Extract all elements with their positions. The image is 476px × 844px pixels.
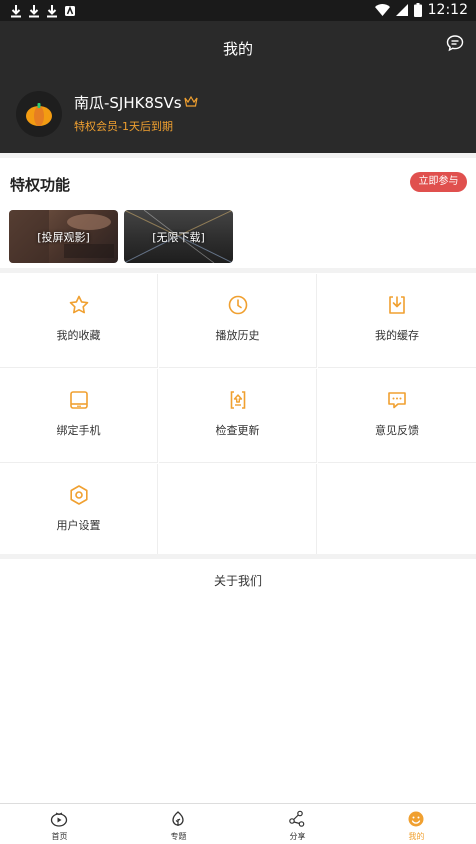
bottom-tab-bar: 首页 专题 分享 我的 (0, 803, 476, 844)
status-indicators: 12:12 (374, 2, 468, 18)
grid-item-label: 我的缓存 (375, 329, 419, 342)
topic-icon (172, 811, 184, 826)
grid-item-feedback[interactable]: 意见反馈 (318, 369, 476, 463)
grid-empty-cell (159, 464, 317, 558)
star-icon (69, 295, 89, 314)
function-grid: 我的收藏 播放历史 我的缓存 绑定手机 检查更新 意见反馈 用户设置 (0, 274, 476, 558)
tab-label: 我的 (408, 832, 425, 841)
download-notification-icon (46, 3, 58, 18)
crown-icon (184, 96, 198, 107)
pumpkin-icon (26, 103, 52, 126)
divider (0, 153, 476, 158)
grid-item-label: 我的收藏 (56, 329, 101, 342)
tab-topics[interactable]: 专题 (119, 804, 238, 844)
privilege-card-label: [投屏观影] (37, 230, 90, 244)
grid-empty-cell (318, 464, 476, 558)
grid-item-label: 用户设置 (56, 519, 101, 532)
grid-item-label: 播放历史 (215, 329, 260, 342)
share-icon (289, 810, 305, 827)
grid-item-label: 绑定手机 (56, 424, 101, 437)
divider (0, 554, 476, 559)
download-notification-icon (28, 3, 40, 18)
page-title: 我的 (222, 40, 253, 58)
app-notification-icon (64, 3, 76, 17)
grid-item-user-settings[interactable]: 用户设置 (0, 464, 158, 558)
tab-label: 分享 (289, 832, 306, 841)
status-bar: 12:12 (0, 0, 476, 21)
settings-icon (70, 485, 88, 505)
status-time: 12:12 (427, 2, 468, 18)
about-us-link[interactable]: 关于我们 (0, 572, 476, 589)
tab-share[interactable]: 分享 (238, 804, 357, 844)
tablet-icon (70, 391, 88, 409)
tab-home[interactable]: 首页 (0, 804, 119, 844)
membership-status: 特权会员-1天后到期 (74, 120, 173, 133)
privilege-card-download[interactable]: [无限下载] (124, 210, 233, 263)
download-notification-icon (10, 3, 22, 18)
signal-icon (395, 4, 408, 16)
privileges-title: 特权功能 (10, 176, 71, 194)
username[interactable]: 南瓜-SJHK8SVs (74, 92, 182, 113)
tab-label: 首页 (51, 832, 68, 841)
download-icon (389, 296, 405, 314)
grid-item-favorites[interactable]: 我的收藏 (0, 274, 158, 368)
battery-icon (413, 3, 422, 17)
grid-item-check-update[interactable]: 检查更新 (159, 369, 317, 463)
privilege-card-screencast[interactable]: [投屏观影] (9, 210, 118, 263)
play-icon (50, 812, 68, 827)
clock-icon (228, 295, 248, 315)
message-icon[interactable] (446, 34, 464, 52)
update-icon (230, 391, 246, 409)
join-now-button[interactable]: 立即参与 (410, 172, 467, 192)
privilege-card-label: [无限下载] (152, 230, 205, 244)
grid-item-bind-phone[interactable]: 绑定手机 (0, 369, 158, 463)
tab-mine[interactable]: 我的 (357, 804, 476, 844)
avatar[interactable] (16, 91, 62, 137)
tab-label: 专题 (170, 832, 187, 841)
status-notifications (10, 3, 76, 18)
divider (0, 268, 476, 273)
grid-item-cache[interactable]: 我的缓存 (318, 274, 476, 368)
feedback-icon (388, 392, 406, 409)
grid-item-history[interactable]: 播放历史 (159, 274, 317, 368)
grid-item-label: 检查更新 (215, 424, 260, 437)
mine-icon (408, 811, 424, 827)
profile-header: 我的 南瓜-SJHK8SVs 特权会员-1天后到期 (0, 21, 476, 153)
wifi-icon (374, 4, 390, 16)
grid-item-label: 意见反馈 (375, 424, 419, 437)
